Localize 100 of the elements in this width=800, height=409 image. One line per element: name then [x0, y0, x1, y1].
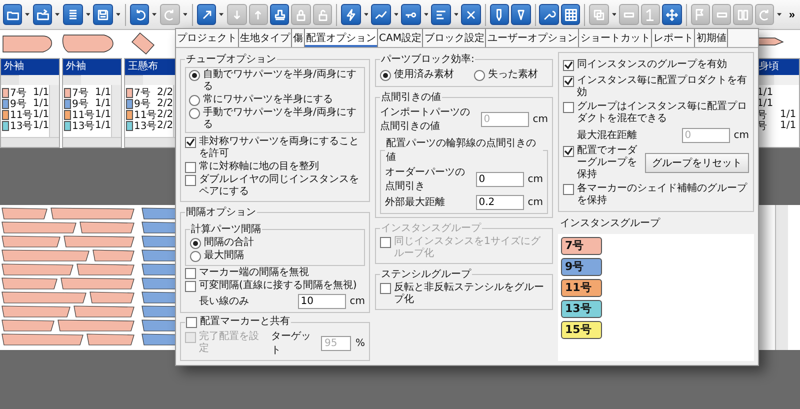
input-field[interactable]: 10 — [298, 294, 346, 308]
radio-button[interactable] — [189, 70, 200, 81]
toolbar-button[interactable] — [63, 4, 82, 25]
scrollbar[interactable] — [1, 75, 19, 85]
scrollbar[interactable] — [111, 85, 121, 137]
checkbox[interactable] — [185, 268, 196, 279]
checkbox[interactable] — [185, 175, 196, 186]
dropdown-caret-icon[interactable] — [55, 13, 60, 16]
dropdown-caret-icon[interactable] — [454, 13, 458, 16]
group-title: チューブオプション — [185, 52, 277, 66]
dropdown-caret-icon[interactable] — [777, 13, 782, 16]
piece-count: 2/2 — [157, 98, 174, 109]
checkbox-label: 完了配置を設定 — [199, 331, 260, 355]
checkbox[interactable] — [563, 102, 574, 113]
checkbox[interactable] — [563, 146, 574, 157]
radio-button[interactable] — [190, 251, 201, 262]
toolbar-button[interactable] — [93, 4, 113, 25]
checkbox[interactable] — [563, 60, 574, 71]
dropdown-caret-icon[interactable] — [116, 13, 120, 16]
input-field[interactable]: 0.2 — [476, 194, 524, 210]
dropdown-caret-icon[interactable] — [394, 13, 398, 16]
toolbar-button[interactable] — [539, 4, 559, 25]
dropdown-caret-icon[interactable] — [152, 13, 158, 16]
checkbox[interactable] — [185, 162, 196, 173]
toolbar-button[interactable] — [662, 4, 682, 25]
scrollbar[interactable] — [125, 75, 143, 85]
dropdown-caret-icon[interactable] — [364, 13, 368, 16]
tab[interactable]: 生地タイプ — [239, 29, 292, 47]
unit-label: cm — [532, 114, 548, 124]
tab[interactable]: ユーザーオプション — [486, 29, 580, 47]
toolbar-button[interactable] — [197, 4, 216, 25]
toolbar-button[interactable] — [560, 4, 580, 25]
field-label: オーダーパーツの点間引き — [385, 166, 466, 193]
tab[interactable]: レポート — [652, 29, 696, 47]
instance-group-chip[interactable]: 7号 — [561, 237, 602, 255]
toolbar-button[interactable] — [490, 4, 510, 25]
tab[interactable]: CAM設定 — [378, 29, 424, 47]
dropdown-caret-icon[interactable] — [182, 13, 188, 16]
group-title: パーツブロック効率: — [380, 52, 476, 66]
size-label: 13号 — [10, 120, 32, 132]
toolbar-button[interactable] — [270, 4, 290, 25]
radio-button[interactable] — [189, 95, 200, 106]
panel-header: 外袖 — [63, 59, 121, 75]
section-title: インスタンスグループ — [559, 216, 662, 231]
scrollbar[interactable] — [63, 137, 121, 147]
scrollbar[interactable] — [1, 137, 59, 147]
dropdown-caret-icon[interactable] — [219, 13, 224, 16]
tab[interactable]: 初期値 — [695, 29, 728, 47]
checkbox-label: グループはインスタンス毎に配置プロダクトを混在できる — [577, 101, 748, 125]
scrollbar[interactable] — [775, 205, 788, 350]
unit-label: cm — [734, 130, 749, 140]
checkbox[interactable] — [563, 184, 574, 195]
tab[interactable]: プロジェクト — [176, 29, 239, 47]
tab[interactable]: 配置オプション — [305, 29, 378, 47]
input-field[interactable]: 0 — [476, 172, 524, 186]
save-icon — [96, 8, 110, 22]
size-label: 号 — [757, 108, 768, 121]
toolbar-button[interactable] — [401, 4, 421, 25]
overflow-button[interactable]: » — [786, 8, 797, 20]
piece-count: 1/1 — [95, 98, 112, 109]
unit-label: % — [355, 338, 365, 348]
instance-group-chip[interactable]: 15号 — [561, 321, 602, 339]
reset-group-button[interactable]: グループをリセット — [645, 153, 749, 173]
toolbar-button[interactable] — [511, 4, 531, 25]
scrollbar[interactable] — [49, 85, 59, 137]
toolbar-button[interactable] — [431, 4, 451, 25]
dropdown-caret-icon[interactable] — [86, 13, 90, 16]
checkbox[interactable] — [185, 137, 196, 148]
scrollbar[interactable] — [63, 75, 81, 85]
size-label: 7号 — [10, 86, 28, 99]
tab[interactable]: ショートカット — [579, 29, 652, 47]
checkbox[interactable] — [380, 283, 391, 294]
radio-button[interactable] — [189, 108, 200, 119]
group-title: 間隔オプション — [185, 206, 257, 219]
radio-button[interactable] — [474, 70, 485, 81]
toolbar-button[interactable] — [341, 4, 361, 25]
dropdown-caret-icon[interactable] — [25, 13, 30, 16]
tab[interactable]: ブロック設定 — [423, 29, 486, 47]
toolbar-button[interactable] — [461, 4, 481, 25]
radio-label: 最大間隔 — [204, 250, 244, 262]
dropdown-caret-icon[interactable] — [612, 13, 616, 16]
radio-button[interactable] — [190, 238, 201, 249]
checkbox-label: インスタンス毎に配置プロダクトを有効 — [577, 75, 748, 99]
toolbar-button[interactable] — [371, 4, 391, 25]
checkbox[interactable] — [185, 281, 196, 292]
toolbar-button[interactable] — [33, 4, 52, 25]
radio-button[interactable] — [380, 70, 391, 81]
field-label: ターゲット — [271, 330, 312, 357]
size-label: 11号 — [134, 108, 156, 121]
instance-group-chip[interactable]: 9号 — [561, 258, 602, 276]
dropdown-caret-icon[interactable] — [424, 13, 428, 16]
checkbox[interactable] — [186, 317, 197, 328]
toolbar-button[interactable] — [130, 4, 150, 25]
radio-label: 常にワサパーツを半身にする — [203, 94, 333, 106]
instance-group-chip[interactable]: 11号 — [561, 279, 602, 297]
checkbox[interactable] — [563, 76, 574, 87]
checkbox-label: 同インスタンスのグループを有効 — [577, 59, 727, 71]
instance-group-chip[interactable]: 13号 — [561, 300, 602, 318]
piece-count: 1/1 — [33, 109, 50, 120]
toolbar-button[interactable] — [3, 4, 22, 25]
